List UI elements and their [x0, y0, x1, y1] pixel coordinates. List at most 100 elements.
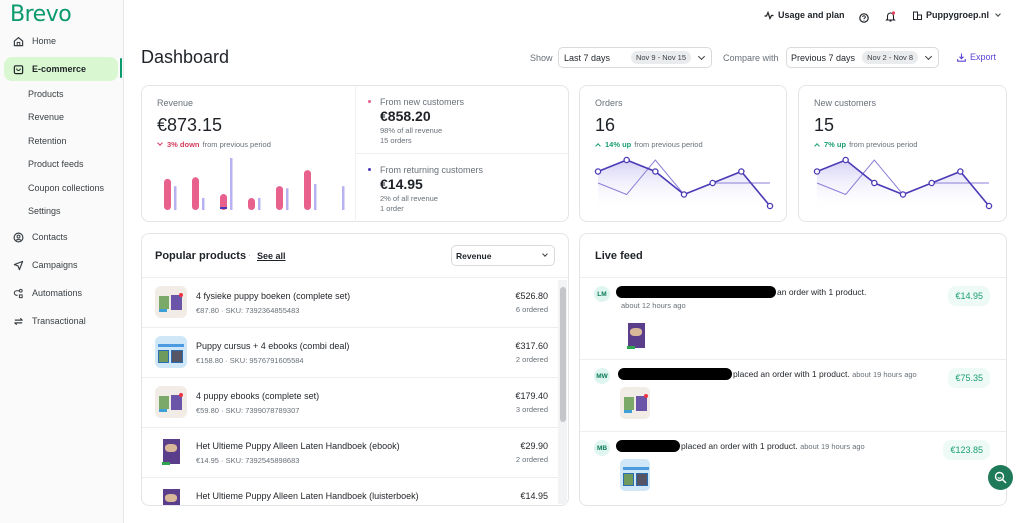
account-switcher[interactable]: Puppygroep.nl: [913, 10, 1001, 20]
sort-value: Revenue: [456, 250, 492, 261]
help-button[interactable]: [859, 10, 869, 28]
feed-time: about 19 hours ago: [852, 370, 917, 379]
revenue-bar-current: [192, 177, 199, 210]
revenue-bar-returning: [220, 207, 227, 209]
data-point[interactable]: [813, 168, 821, 175]
compare-label: Compare with: [723, 53, 779, 63]
returning-customers-value: €14.95: [380, 176, 423, 192]
data-point[interactable]: [738, 168, 745, 175]
sidebar-item-label: E-commerce: [32, 64, 87, 74]
revenue-value: €873.15: [157, 115, 223, 135]
product-row[interactable]: 4 puppy ebooks (complete set) €59.80 · SK…: [142, 378, 560, 428]
feed-item[interactable]: MB placed an order with 1 product. about …: [580, 432, 1006, 505]
feed-text: an order with 1 product.: [777, 287, 866, 297]
contacts-icon: [10, 232, 26, 243]
account-name: Puppygroep.nl: [926, 10, 989, 20]
revenue-bar-previous: [230, 158, 233, 210]
data-point[interactable]: [899, 191, 907, 198]
sidebar-item-campaigns[interactable]: Campaigns: [4, 253, 118, 277]
compare-select[interactable]: Previous 7 days Nov 2 - Nov 8: [786, 47, 939, 68]
revenue-bar-previous: [286, 188, 289, 210]
automations-icon: [10, 288, 26, 299]
product-row[interactable]: Het Ultieme Puppy Alleen Laten Handboek …: [142, 478, 560, 505]
order-amount-badge: €75.35: [948, 368, 990, 388]
chevron-down-icon: [995, 10, 1001, 17]
transactional-icon: [10, 316, 26, 327]
sidebar-subitem-product-feeds[interactable]: Product feeds: [28, 159, 84, 169]
feed-list: LM an order with 1 product. about 12 hours…: [580, 277, 1006, 491]
returning-customers-revenue: From returning customers €14.95 2% of al…: [355, 154, 569, 222]
product-revenue: €317.60: [515, 341, 548, 351]
new-customers-card-value: 15: [814, 115, 835, 135]
product-ordered: 2 ordered: [515, 355, 548, 364]
sidebar-item-label: Contacts: [32, 232, 68, 242]
data-point[interactable]: [680, 191, 688, 198]
sidebar-item-label: Transactional: [32, 316, 86, 326]
data-point[interactable]: [985, 202, 993, 210]
product-row[interactable]: 4 fysieke puppy boeken (complete set) €87…: [142, 278, 560, 328]
search-icon: [994, 471, 1007, 484]
revenue-bar-previous: [202, 197, 205, 210]
notifications-button[interactable]: [885, 9, 896, 27]
revenue-card: Revenue €873.15 3% down from previous pe…: [141, 85, 569, 222]
sidebar-item-contacts[interactable]: Contacts: [4, 225, 118, 249]
home-icon: [10, 36, 26, 47]
data-point[interactable]: [652, 168, 659, 175]
download-icon: [957, 53, 966, 62]
sidebar-item-automations[interactable]: Automations: [4, 281, 118, 305]
sort-select[interactable]: Revenue: [451, 245, 555, 266]
live-feed-title: Live feed: [595, 250, 643, 262]
see-all-link[interactable]: See all: [257, 251, 286, 261]
data-point[interactable]: [957, 168, 964, 175]
new-customers-card: New customers 15 7% up from previous per…: [798, 85, 1007, 222]
product-thumbnail: [155, 336, 187, 368]
sidebar-subitem-retention[interactable]: Retention: [28, 136, 67, 146]
data-point[interactable]: [766, 202, 774, 210]
sidebar-item-ecommerce[interactable]: E-commerce: [4, 57, 118, 81]
product-row[interactable]: Puppy cursus + 4 ebooks (combi deal) €158…: [142, 328, 560, 378]
feed-item[interactable]: MW placed an order with 1 product. about …: [580, 360, 1006, 432]
redacted-customer-name: [618, 368, 732, 380]
pulse-icon: [764, 10, 774, 20]
returning-customers-share: 2% of all revenue: [380, 194, 438, 203]
usage-and-plan-link[interactable]: Usage and plan: [764, 10, 845, 20]
data-point[interactable]: [709, 179, 716, 187]
sidebar-subitem-settings[interactable]: Settings: [28, 206, 61, 216]
help-search-button[interactable]: [988, 465, 1013, 490]
feed-text: placed an order with 1 product. about 19…: [681, 441, 865, 451]
popular-products-card: Popular products · See all Revenue 4 fys…: [141, 233, 569, 506]
redacted-customer-name: [616, 286, 776, 298]
sidebar-item-transactional[interactable]: Transactional: [4, 309, 118, 333]
product-revenue: €526.80: [515, 291, 548, 301]
data-point[interactable]: [871, 179, 878, 187]
sidebar-subitem-coupon-collections[interactable]: Coupon collections: [28, 183, 104, 193]
revenue-trend-value: 3% down: [167, 140, 200, 149]
usage-and-plan-label: Usage and plan: [778, 10, 845, 20]
product-row[interactable]: Het Ultieme Puppy Alleen Laten Handboek …: [142, 428, 560, 478]
data-point[interactable]: [928, 179, 935, 187]
product-thumbnail: [155, 436, 187, 468]
data-point[interactable]: [623, 156, 630, 164]
product-meta: €158.80 · SKU: 9576791605584: [196, 356, 304, 365]
export-button[interactable]: Export: [957, 52, 996, 62]
products-scrollbar-thumb[interactable]: [560, 287, 566, 422]
revenue-bar-previous: [314, 184, 317, 210]
trend-up-icon: [814, 142, 820, 149]
data-point[interactable]: [842, 156, 849, 164]
customer-avatar: LM: [594, 286, 610, 302]
revenue-bar-chart: [164, 158, 345, 210]
period-select[interactable]: Last 7 days Nov 9 - Nov 15: [558, 47, 712, 68]
revenue-bar-previous: [258, 197, 261, 210]
feed-item[interactable]: LM an order with 1 product. about 12 hours…: [580, 278, 1006, 360]
orders-trend: 14% up from previous period: [595, 140, 703, 149]
sidebar-subitem-products[interactable]: Products: [28, 89, 64, 99]
product-name: 4 puppy ebooks (complete set): [196, 391, 320, 401]
data-point[interactable]: [594, 168, 602, 175]
brevo-logo[interactable]: Brevo: [10, 2, 72, 27]
live-feed-card: Live feed LM an order with 1 product. abou…: [579, 233, 1007, 506]
sidebar-item-home[interactable]: Home: [4, 29, 118, 53]
orders-trend-text: from previous period: [634, 140, 703, 149]
sidebar-subitem-revenue[interactable]: Revenue: [28, 112, 64, 122]
new-customers-trend-text: from previous period: [849, 140, 918, 149]
product-thumbnail: [155, 286, 187, 318]
